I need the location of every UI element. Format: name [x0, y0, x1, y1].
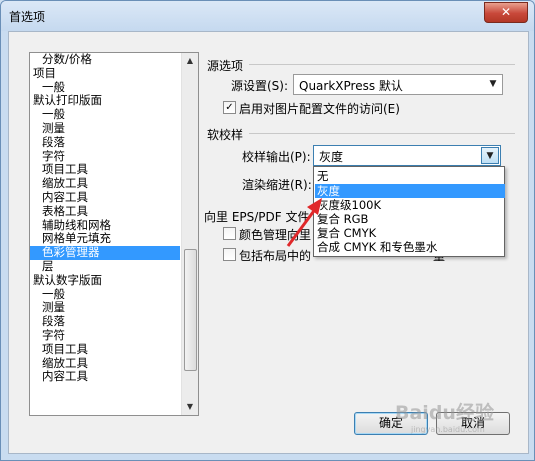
annotation-arrow-icon: [286, 198, 322, 247]
preferences-window: 首选项 ✕ 分数/价格 项目 一般 默认打印版面 一般 测量 段落 字符 项目工具 缩放工具 内容工…: [0, 0, 535, 461]
baidu-watermark-logo: Baidu经验 jingyan.baidu.com: [395, 401, 495, 434]
svg-text:jingyan.baidu.com: jingyan.baidu.com: [410, 425, 485, 434]
svg-text:Baidu经验: Baidu经验: [395, 401, 495, 424]
